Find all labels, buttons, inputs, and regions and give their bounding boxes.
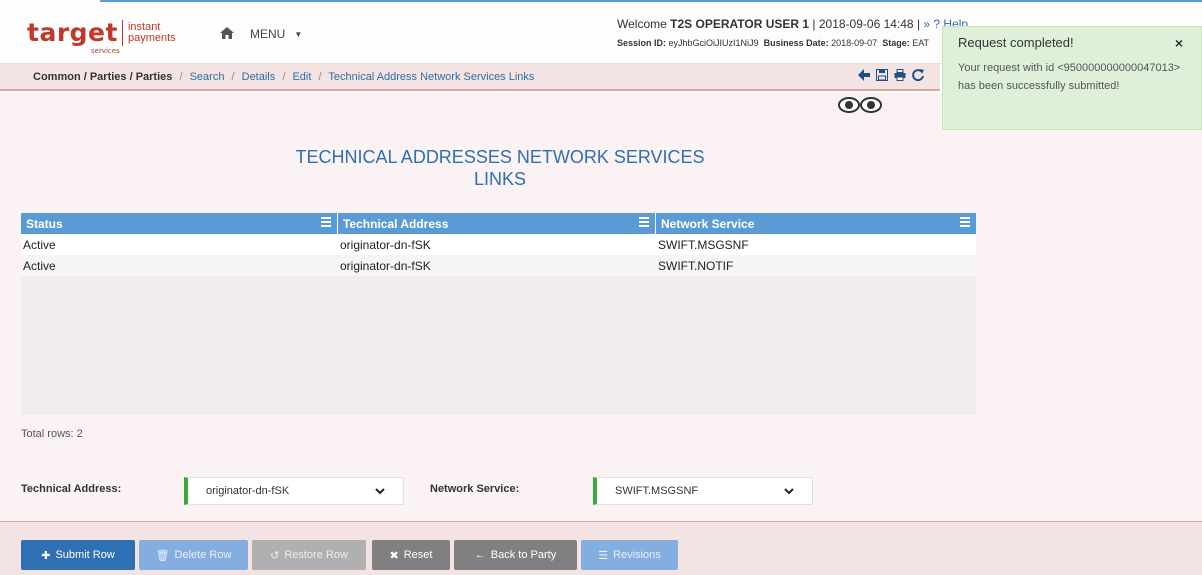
cell-status: Active (23, 237, 56, 252)
session-id: eyJhbGciOiJIUzI1NiJ9 (668, 38, 759, 48)
stage-label: Stage: (882, 38, 910, 48)
logo-wordmark: target services (27, 20, 120, 55)
table-row[interactable]: Active originator-dn-fSK SWIFT.MSGSNF (21, 234, 976, 255)
target-logo[interactable]: target services instant payments (27, 20, 176, 55)
save-icon[interactable] (876, 69, 888, 83)
breadcrumb-details[interactable]: Details (242, 71, 276, 83)
column-menu-icon[interactable] (960, 217, 970, 227)
breadcrumb-current: Technical Address Network Services Links (328, 71, 535, 83)
main-menu-button[interactable]: MENU ▼ (250, 27, 302, 41)
submit-row-button[interactable]: ✚ Submit Row (21, 540, 135, 570)
logo-services-text: services (91, 47, 120, 55)
stage-value: EAT (912, 38, 930, 48)
grid-header: Status Technical Address Network Service (21, 213, 976, 234)
welcome-text: Welcome T2S OPERATOR USER 1 | 2018-09-06… (617, 17, 968, 31)
menu-label: MENU (250, 27, 286, 41)
logo-separator (121, 20, 123, 46)
network-service-select[interactable]: SWIFT.MSGSNF (593, 477, 813, 505)
revisions-button[interactable]: ☰ Revisions (581, 540, 678, 570)
network-service-label: Network Service: (430, 483, 520, 495)
database-icon: ☰ (598, 549, 609, 562)
technical-address-label: Technical Address: (21, 483, 122, 495)
cell-technical-address: originator-dn-fSK (340, 258, 431, 273)
delete-row-button[interactable]: 🗑 Delete Row (139, 540, 248, 570)
login-datetime: | 2018-09-06 14:48 | (812, 17, 921, 31)
technical-address-select[interactable]: originator-dn-fSK (184, 477, 404, 505)
total-rows: Total rows: 2 (21, 428, 83, 440)
home-icon[interactable] (220, 27, 234, 39)
page-title: TECHNICAL ADDRESSES NETWORK SERVICES LIN… (295, 147, 705, 189)
column-header-technical-address[interactable]: Technical Address (338, 213, 656, 234)
page-toolbar (858, 69, 924, 83)
user-name: T2S OPERATOR USER 1 (670, 17, 810, 31)
cell-network-service: SWIFT.MSGSNF (658, 237, 749, 252)
breadcrumb-root: Common / Parties / Parties (33, 71, 173, 83)
business-date-label: Business Date: (763, 38, 829, 48)
cell-status: Active (23, 258, 56, 273)
breadcrumb-search[interactable]: Search (190, 71, 225, 83)
trash-icon: 🗑 (155, 549, 170, 562)
caret-down-icon: ▼ (294, 29, 303, 39)
session-label: Session ID: (617, 38, 667, 48)
eye-icon[interactable] (838, 95, 884, 121)
column-header-network-service[interactable]: Network Service (656, 213, 976, 234)
logo-subtitle: instant payments (128, 22, 176, 44)
session-info: Session ID: eyJhbGciOiJIUzI1NiJ9 Busines… (617, 38, 929, 48)
plus-icon: ✚ (41, 549, 51, 562)
table-row[interactable]: Active originator-dn-fSK SWIFT.NOTIF (21, 255, 976, 276)
close-icon[interactable]: × (1175, 35, 1183, 51)
welcome-prefix: Welcome (617, 17, 667, 31)
restore-row-button[interactable]: ↺ Restore Row (252, 540, 366, 570)
column-header-status[interactable]: Status (21, 213, 338, 234)
success-toast: Request completed! × Your request with i… (942, 26, 1202, 130)
reset-button[interactable]: ✖ Reset (372, 540, 450, 570)
chevron-down-icon (784, 488, 794, 495)
undo-icon: ↺ (270, 549, 280, 562)
breadcrumb-edit[interactable]: Edit (292, 71, 311, 83)
breadcrumb: Common / Parties / Parties / Search / De… (33, 71, 535, 83)
cell-technical-address: originator-dn-fSK (340, 237, 431, 252)
links-grid: Status Technical Address Network Service… (21, 213, 976, 415)
print-icon[interactable] (894, 69, 906, 83)
x-icon: ✖ (389, 549, 399, 562)
chevron-down-icon (375, 488, 385, 495)
arrow-left-icon[interactable] (858, 69, 870, 83)
main-content: TECHNICAL ADDRESSES NETWORK SERVICES LIN… (0, 93, 1202, 521)
breadcrumb-bar: Common / Parties / Parties / Search / De… (0, 64, 940, 91)
action-bar: ✚ Submit Row 🗑 Delete Row ↺ Restore Row … (0, 521, 1202, 575)
cell-network-service: SWIFT.NOTIF (658, 258, 734, 273)
back-to-party-button[interactable]: ← Back to Party (454, 540, 577, 570)
toast-message: Your request with id <950000000000047013… (958, 62, 1181, 92)
refresh-icon[interactable] (912, 69, 924, 83)
arrow-left-icon: ← (474, 549, 486, 561)
business-date: 2018-09-07 (831, 38, 878, 48)
column-menu-icon[interactable] (639, 217, 649, 227)
logo-sub-payments: payments (127, 32, 176, 44)
column-menu-icon[interactable] (321, 217, 331, 227)
toast-title: Request completed! (958, 35, 1074, 50)
